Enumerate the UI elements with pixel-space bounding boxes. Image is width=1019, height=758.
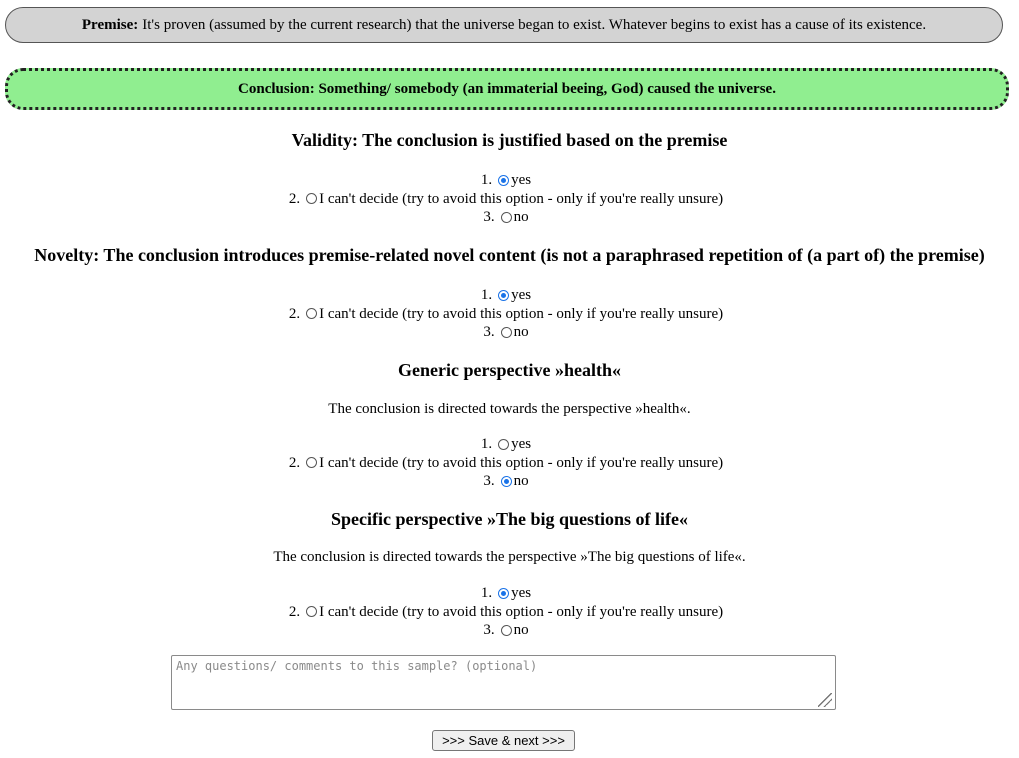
- specific-perspective-description: The conclusion is directed towards the p…: [273, 549, 746, 565]
- option-number: 1.: [480, 287, 493, 303]
- validity-heading: Validity: The conclusion is justified ba…: [291, 130, 728, 150]
- option-label: yes: [511, 585, 532, 601]
- option-label: I can't decide (try to avoid this option…: [319, 454, 724, 471]
- option-number: 2.: [288, 305, 301, 322]
- option-number: 3.: [483, 324, 495, 340]
- option-label: yes: [511, 287, 532, 303]
- premise-label: Premise:: [81, 16, 139, 33]
- option-label: I can't decide (try to avoid this option…: [319, 190, 724, 207]
- generic-option-yes[interactable]: 1. yes: [481, 435, 531, 454]
- generic-option-no[interactable]: 3. no: [483, 472, 528, 491]
- radio-button[interactable]: [306, 457, 318, 469]
- option-label: no: [513, 209, 529, 225]
- premise-text: It's proven (assumed by the current rese…: [142, 16, 927, 33]
- generic-perspective-description: The conclusion is directed towards the p…: [328, 401, 691, 417]
- radio-button[interactable]: [306, 606, 318, 618]
- conclusion-text: Conclusion: Something/ somebody (an imma…: [238, 80, 776, 97]
- option-label: no: [513, 324, 529, 340]
- specific-option-undecided[interactable]: 2. I can't decide (try to avoid this opt…: [289, 603, 723, 622]
- validity-option-undecided[interactable]: 2. I can't decide (try to avoid this opt…: [289, 190, 723, 209]
- option-label: yes: [511, 172, 532, 188]
- generic-perspective-heading: Generic perspective »health«: [398, 360, 621, 380]
- option-number: 3.: [483, 473, 495, 489]
- option-number: 2.: [288, 190, 301, 207]
- radio-button[interactable]: [500, 326, 512, 338]
- radio-button[interactable]: [498, 587, 510, 599]
- radio-button[interactable]: [500, 624, 512, 636]
- option-number: 1.: [480, 172, 493, 188]
- novelty-options: 1. yes 2. I can't decide (try to avoid t…: [0, 286, 1012, 342]
- specific-perspective-options: 1. yes 2. I can't decide (try to avoid t…: [0, 584, 1012, 640]
- option-label: I can't decide (try to avoid this option…: [319, 305, 724, 322]
- resize-grip-icon[interactable]: [818, 693, 832, 707]
- option-number: 1.: [480, 436, 493, 452]
- save-next-button[interactable]: >>> Save & next >>>: [432, 730, 575, 751]
- radio-button[interactable]: [306, 193, 318, 205]
- specific-perspective-heading: Specific perspective »The big questions …: [331, 509, 688, 529]
- option-number: 3.: [483, 622, 495, 638]
- option-label: yes: [511, 436, 532, 452]
- option-number: 2.: [288, 603, 301, 620]
- radio-button[interactable]: [500, 211, 512, 223]
- radio-button[interactable]: [306, 308, 318, 320]
- specific-option-yes[interactable]: 1. yes: [481, 584, 531, 603]
- validity-options: 1. yes 2. I can't decide (try to avoid t…: [0, 171, 1012, 227]
- option-number: 3.: [483, 209, 495, 225]
- radio-button[interactable]: [498, 438, 510, 450]
- specific-option-no[interactable]: 3. no: [483, 621, 528, 640]
- premise-box: Premise: It's proven (assumed by the cur…: [5, 7, 1003, 43]
- radio-button[interactable]: [498, 289, 510, 301]
- validity-option-yes[interactable]: 1. yes: [481, 171, 531, 190]
- radio-button[interactable]: [498, 174, 510, 186]
- generic-perspective-options: 1. yes 2. I can't decide (try to avoid t…: [0, 435, 1012, 491]
- option-label: no: [513, 622, 529, 638]
- option-label: I can't decide (try to avoid this option…: [319, 603, 724, 620]
- novelty-option-no[interactable]: 3. no: [483, 323, 528, 342]
- radio-button[interactable]: [500, 475, 512, 487]
- novelty-heading: Novelty: The conclusion introduces premi…: [34, 245, 985, 265]
- generic-option-undecided[interactable]: 2. I can't decide (try to avoid this opt…: [289, 454, 723, 473]
- option-number: 1.: [480, 585, 493, 601]
- validity-option-no[interactable]: 3. no: [483, 208, 528, 227]
- option-label: no: [513, 473, 529, 489]
- novelty-option-undecided[interactable]: 2. I can't decide (try to avoid this opt…: [289, 305, 723, 324]
- novelty-option-yes[interactable]: 1. yes: [481, 286, 531, 305]
- option-number: 2.: [288, 454, 301, 471]
- comment-textarea[interactable]: [171, 655, 836, 710]
- conclusion-box: Conclusion: Something/ somebody (an imma…: [5, 68, 1009, 110]
